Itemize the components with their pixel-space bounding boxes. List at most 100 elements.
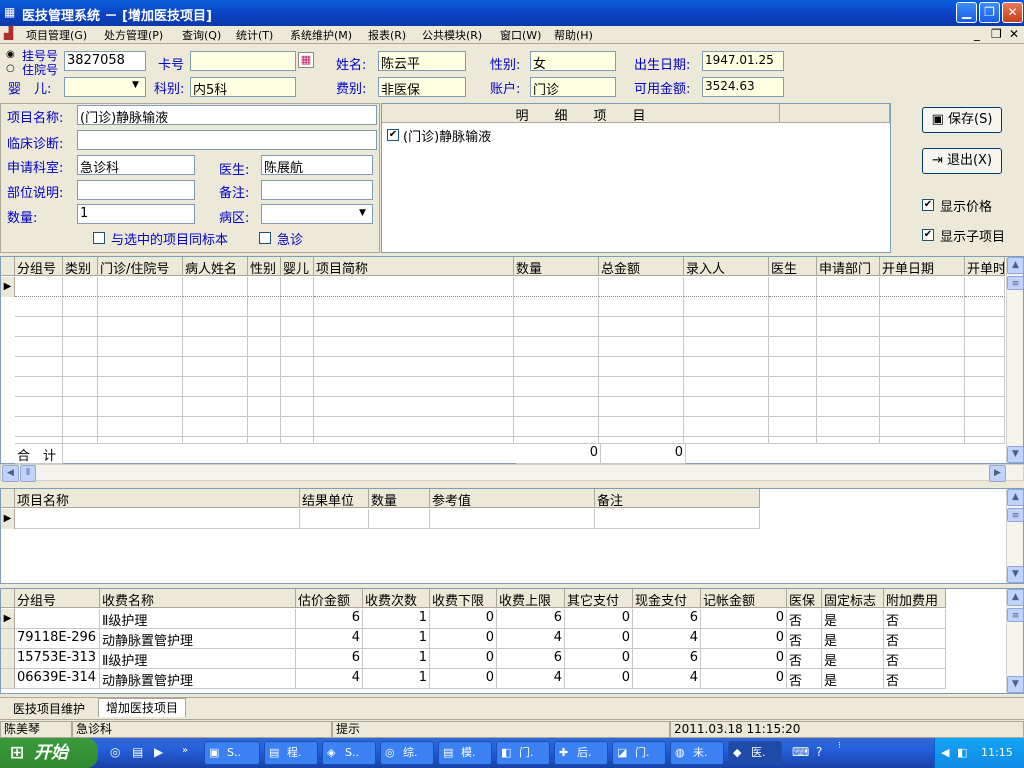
fee-col-header[interactable]: 其它支付 xyxy=(565,589,633,608)
order-cell[interactable] xyxy=(281,317,314,337)
order-cell[interactable] xyxy=(248,397,281,417)
order-cell[interactable] xyxy=(15,297,63,317)
order-col-header[interactable]: 类别 xyxy=(63,257,98,276)
order-cell[interactable] xyxy=(15,277,63,297)
apply-dept-input[interactable]: 急诊科 xyxy=(77,155,195,175)
order-col-header[interactable]: 病人姓名 xyxy=(183,257,248,276)
fee-cell[interactable]: 4 xyxy=(633,669,701,689)
order-cell[interactable] xyxy=(15,337,63,357)
order-cell[interactable] xyxy=(248,377,281,397)
order-cell[interactable] xyxy=(684,397,769,417)
fee-cell[interactable]: 1 xyxy=(363,649,430,669)
menu-item-project[interactable]: 项目管理(G) xyxy=(26,27,87,43)
order-cell[interactable] xyxy=(183,277,248,297)
order-cell[interactable] xyxy=(817,377,880,397)
fee-cell[interactable]: 否 xyxy=(787,649,822,669)
fee-col-header[interactable]: 记帐金额 xyxy=(701,589,787,608)
fee-cell[interactable]: 0 xyxy=(430,669,497,689)
fee-cell[interactable]: 6 xyxy=(296,649,363,669)
order-cell[interactable] xyxy=(599,417,684,437)
mdi-restore-icon[interactable]: ❐ xyxy=(991,27,1002,41)
order-cell[interactable] xyxy=(880,277,965,297)
tray-back-icon[interactable]: ◀ xyxy=(941,738,949,768)
menu-item-query[interactable]: 查询(Q) xyxy=(182,27,221,43)
scroll-down-icon[interactable]: ▼ xyxy=(1007,446,1024,463)
doctor-input[interactable]: 陈展航 xyxy=(261,155,373,175)
ime-icon[interactable]: ⁝ xyxy=(838,741,841,751)
order-cell[interactable] xyxy=(514,397,599,417)
taskbar-item[interactable]: ▤ 模. xyxy=(438,741,492,765)
order-cell[interactable] xyxy=(684,297,769,317)
order-col-header[interactable]: 开单日期 xyxy=(880,257,965,276)
fee-cell[interactable]: 动静脉置管护理 xyxy=(100,629,296,649)
item-name-input[interactable]: (门诊)静脉输液 xyxy=(77,105,377,125)
fee-cell[interactable]: 1 xyxy=(363,609,430,629)
order-cell[interactable] xyxy=(965,297,1005,317)
fee-cell[interactable]: 否 xyxy=(884,669,946,689)
fee-cell[interactable]: 0 xyxy=(701,629,787,649)
fee-cell[interactable]: 6 xyxy=(497,609,565,629)
fee-col-header[interactable]: 分组号 xyxy=(15,589,100,608)
order-cell[interactable] xyxy=(684,337,769,357)
order-cell[interactable] xyxy=(965,317,1005,337)
order-cell[interactable] xyxy=(599,357,684,377)
order-cell[interactable] xyxy=(880,357,965,377)
scroll-thumb[interactable]: ≡ xyxy=(1007,276,1024,290)
order-cell[interactable] xyxy=(314,377,514,397)
order-cell[interactable] xyxy=(183,337,248,357)
urgent-checkbox[interactable] xyxy=(259,232,271,244)
taskbar-item[interactable]: ◧ 门. xyxy=(496,741,550,765)
fee-col-header[interactable]: 收费次数 xyxy=(363,589,430,608)
order-col-header[interactable]: 婴儿 xyxy=(281,257,314,276)
order-cell[interactable] xyxy=(817,397,880,417)
order-cell[interactable] xyxy=(183,317,248,337)
mdi-minimize-icon[interactable]: _ xyxy=(974,27,980,41)
show-sub-checkbox[interactable]: ✔ xyxy=(922,229,934,241)
result-col-header[interactable]: 参考值 xyxy=(430,489,595,508)
fee-cell[interactable]: 1 xyxy=(363,629,430,649)
fee-cell[interactable]: 15753E-313 xyxy=(15,649,100,669)
result-col-header[interactable]: 结果单位 xyxy=(300,489,369,508)
fee-col-header[interactable]: 收费下限 xyxy=(430,589,497,608)
fee-scroll-thumb[interactable]: ≡ xyxy=(1007,608,1024,622)
fee-cell[interactable] xyxy=(15,609,100,629)
fee-cell[interactable]: 6 xyxy=(633,649,701,669)
gender-input[interactable]: 女 xyxy=(530,51,616,71)
result-col-header[interactable]: 项目名称 xyxy=(15,489,300,508)
order-cell[interactable] xyxy=(98,297,183,317)
keyboard-icon[interactable]: ⌨ xyxy=(792,745,809,759)
order-cell[interactable] xyxy=(769,297,817,317)
order-grid[interactable]: 分组号 类别 门诊/住院号 病人姓名 性别 婴儿 项目简称 数量 总金额 录入人 医生 申请部门 开单日… xyxy=(0,256,1024,464)
result-col-header[interactable]: 数量 xyxy=(369,489,430,508)
order-cell[interactable] xyxy=(817,277,880,297)
order-cell[interactable] xyxy=(248,297,281,317)
part-input[interactable] xyxy=(77,180,195,200)
fee-cell[interactable]: 否 xyxy=(884,629,946,649)
show-price-checkbox[interactable]: ✔ xyxy=(922,199,934,211)
order-cell[interactable] xyxy=(63,317,98,337)
order-cell[interactable] xyxy=(98,277,183,297)
fee-cell[interactable]: 06639E-314 xyxy=(15,669,100,689)
fee-cell[interactable]: 6 xyxy=(633,609,701,629)
order-cell[interactable] xyxy=(281,397,314,417)
fee-cell[interactable]: 6 xyxy=(497,649,565,669)
order-cell[interactable] xyxy=(514,377,599,397)
taskbar-item[interactable]: ◪ 门. xyxy=(612,741,666,765)
fee-cell[interactable]: 4 xyxy=(633,629,701,649)
order-cell[interactable] xyxy=(880,437,965,444)
account-input[interactable]: 门诊 xyxy=(530,77,616,97)
result-cell[interactable] xyxy=(300,509,369,529)
order-cell[interactable] xyxy=(965,377,1005,397)
order-cell[interactable] xyxy=(514,337,599,357)
fee-grid-vscroll[interactable]: ▲ ≡ ▼ xyxy=(1006,589,1024,693)
order-cell[interactable] xyxy=(15,377,63,397)
result-grid-vscroll[interactable]: ▲ ≡ ▼ xyxy=(1006,489,1024,583)
fee-cell[interactable]: 0 xyxy=(565,629,633,649)
result-col-header[interactable]: 备注 xyxy=(595,489,760,508)
order-cell[interactable] xyxy=(98,337,183,357)
order-cell[interactable] xyxy=(15,317,63,337)
qty-input[interactable]: 1 xyxy=(77,204,195,224)
fee-col-header[interactable]: 医保 xyxy=(787,589,822,608)
fee-cell[interactable]: 6 xyxy=(296,609,363,629)
order-cell[interactable] xyxy=(965,337,1005,357)
